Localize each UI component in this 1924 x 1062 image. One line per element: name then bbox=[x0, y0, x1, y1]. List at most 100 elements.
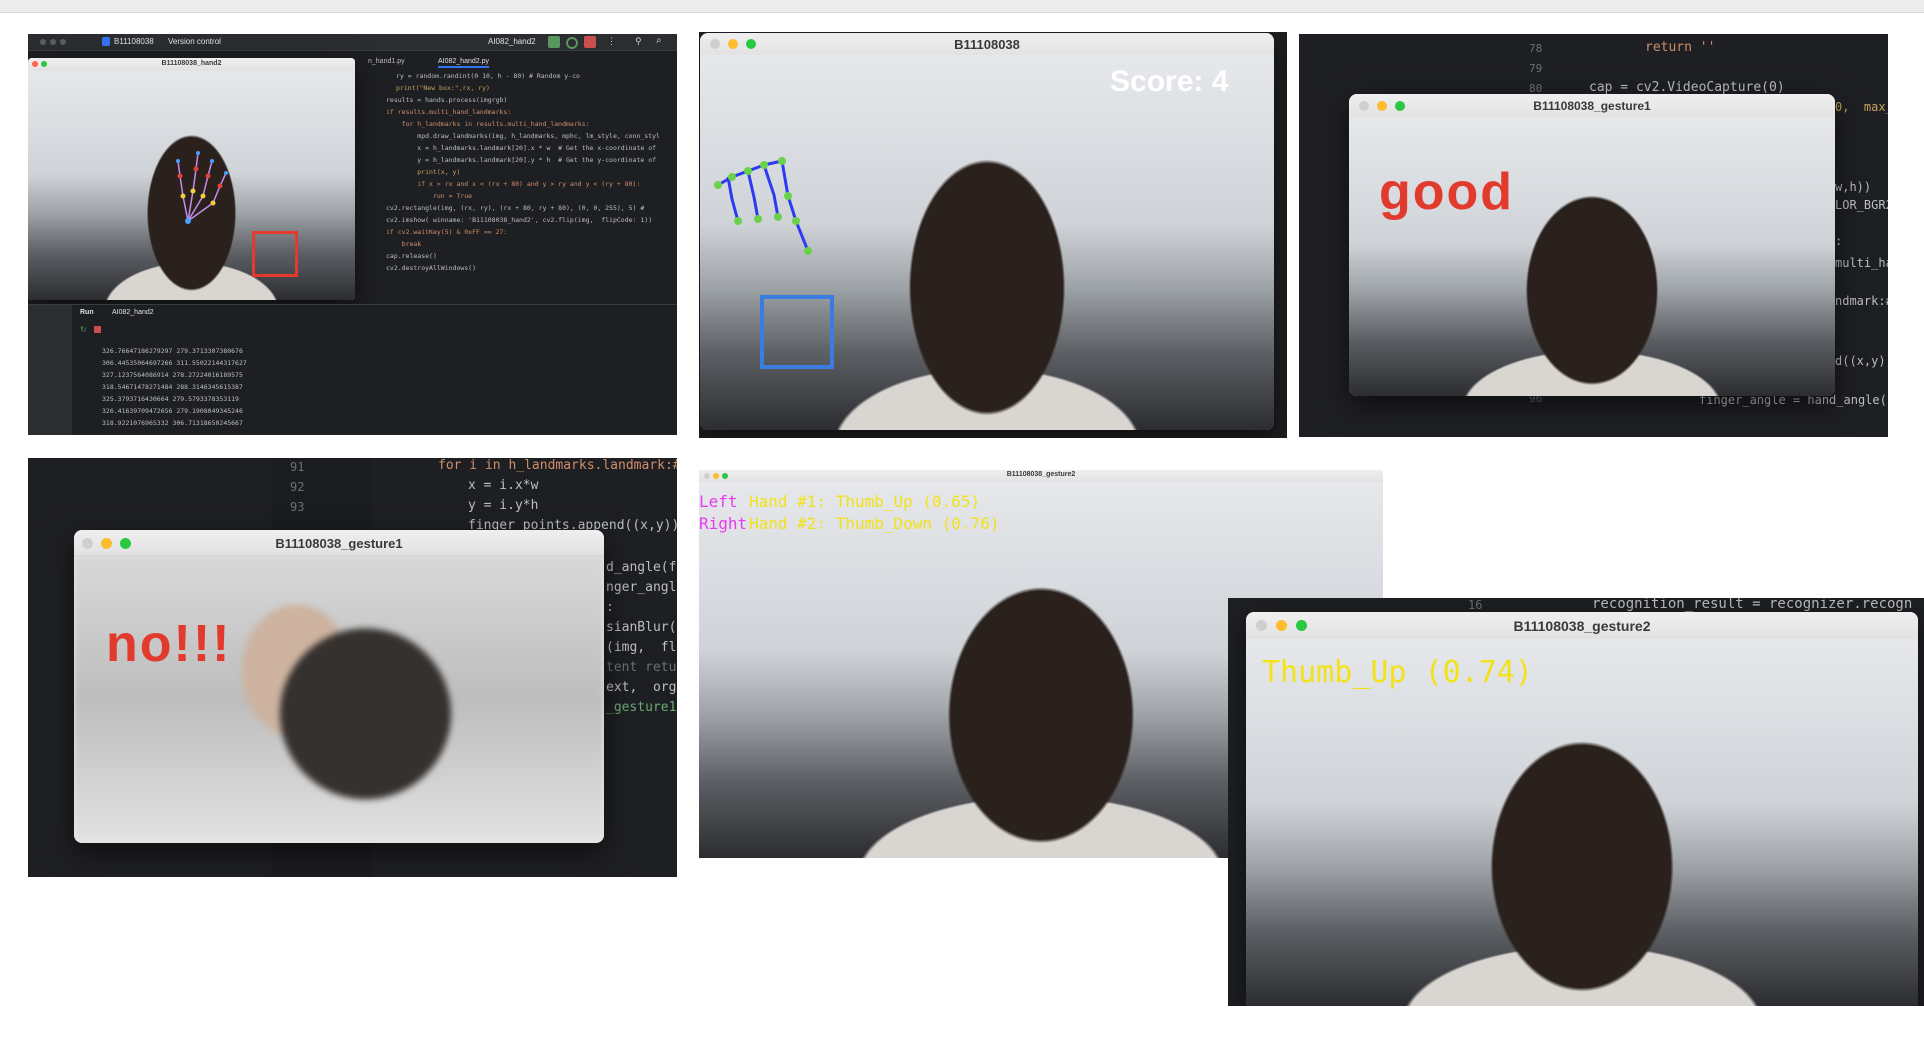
gesture-result-text: no!!! bbox=[106, 615, 232, 673]
gesture1-window-title: B11108038_gesture1 bbox=[1533, 99, 1651, 113]
hand2-titlebar[interactable]: B11108038_hand2 bbox=[28, 58, 355, 72]
code-fragment: 0, max_ bbox=[1835, 100, 1888, 114]
gesture1-good-window[interactable]: B11108038_gesture1 good bbox=[1349, 94, 1835, 396]
code-fragment: : bbox=[1835, 234, 1843, 248]
code-line: break bbox=[386, 240, 422, 248]
code-line: x = i.x*w bbox=[468, 478, 539, 493]
code-line: print(x, y) bbox=[386, 168, 461, 176]
code-line: cv2.imshow( winname: 'B11108038_hand2', … bbox=[386, 216, 653, 224]
code-line: if x > rx and x < (rx + 80) and y > ry a… bbox=[386, 180, 641, 188]
code-fragment: _gesture1' bbox=[606, 700, 677, 715]
code-fragment: w,h)) bbox=[1835, 180, 1872, 194]
gesture1-camera-feed: good bbox=[1349, 118, 1835, 396]
gesture-result-text: good bbox=[1379, 163, 1515, 221]
rerun-icon[interactable]: ↻ bbox=[80, 325, 87, 334]
run-tool-window: Run AI082_hand2 ↻ 326.76647186279297 279… bbox=[28, 304, 677, 435]
code-line: y = i.y*h bbox=[468, 498, 539, 513]
search-icon[interactable]: ⌕ bbox=[656, 35, 662, 46]
code-fragment: d((x,y)) bbox=[1835, 354, 1888, 368]
gesture1-titlebar[interactable]: B11108038_gesture1 bbox=[74, 530, 604, 557]
line-number: 16 bbox=[1468, 598, 1483, 612]
gesture2-window-title: B11108038_gesture2 bbox=[1006, 471, 1076, 478]
code-line: mpd.draw_landmarks(img, h_landmarks, mph… bbox=[386, 132, 660, 140]
run-label[interactable]: Run bbox=[80, 309, 94, 316]
project-name[interactable]: B11108038 bbox=[114, 37, 154, 46]
code-fragment: d_angle(f bbox=[606, 560, 677, 575]
stop-icon[interactable] bbox=[584, 36, 596, 48]
tool-strip bbox=[28, 305, 72, 435]
code-line: results = hands.process(imgrgb) bbox=[386, 96, 508, 104]
ide-toolbar: B11108038 Version control AI082_hand2 ⋮ … bbox=[28, 34, 677, 51]
hand1-side-label: Left bbox=[699, 492, 738, 511]
code-fragment: multi_ha bbox=[1835, 256, 1888, 270]
output-line: 306.44535064697266 311.55022144317627 bbox=[102, 359, 247, 367]
page-top-strip bbox=[0, 0, 1924, 13]
line-number: 91 bbox=[290, 460, 305, 474]
score-titlebar[interactable]: B11108038 bbox=[700, 33, 1274, 56]
code-line: for i in h_landmarks.landmark:# bbox=[438, 458, 677, 473]
stop-run-icon[interactable] bbox=[94, 326, 101, 333]
panel-ide-hand2: B11108038 Version control AI082_hand2 ⋮ … bbox=[28, 34, 677, 435]
output-line: 326.76647186279297 279.3713307380676 bbox=[102, 347, 243, 355]
run-icon[interactable] bbox=[548, 36, 560, 48]
hand-landmarks-overlay bbox=[176, 151, 228, 224]
gesture1-window-title: B11108038_gesture1 bbox=[275, 536, 403, 551]
target-box-blue bbox=[760, 295, 834, 369]
run-config-name[interactable]: AI082_hand2 bbox=[488, 37, 536, 46]
code-line: run = True bbox=[386, 192, 473, 200]
hand-skeleton-overlay bbox=[714, 157, 812, 255]
gesture1-no-window[interactable]: B11108038_gesture1 no!!! bbox=[74, 530, 604, 843]
code-editor[interactable]: ry = random.randint(0 10, h - 80) # Rand… bbox=[358, 72, 673, 312]
code-line: if results.multi_hand_landmarks: bbox=[386, 108, 512, 116]
hand2-result-text: Hand #2: Thumb_Down (0.76) bbox=[749, 514, 1000, 533]
score-window[interactable]: B11108038 Score: 4 bbox=[700, 33, 1274, 430]
hand2-window-title: B11108038_hand2 bbox=[161, 60, 222, 67]
more-icon[interactable]: ⋮ bbox=[607, 36, 616, 47]
code-fragment: tent retu bbox=[606, 660, 677, 675]
editor-tab-hand2[interactable]: AI082_hand2.py bbox=[438, 58, 489, 68]
code-fragment: : bbox=[606, 600, 614, 615]
output-line: 327.1237564086914 278.27224016189575 bbox=[102, 371, 243, 379]
window-max-dot[interactable] bbox=[60, 39, 66, 45]
code-line: cv2.rectangle(img, (rx, ry), (rx + 80, r… bbox=[386, 204, 645, 212]
code-line: for h_landmarks in results.multi_hand_la… bbox=[386, 120, 590, 128]
output-line: 318.54671478271484 288.3146345615387 bbox=[102, 383, 243, 391]
user-icon[interactable]: ⚲ bbox=[635, 36, 642, 47]
line-number: 78 bbox=[1529, 42, 1543, 55]
code-fragment: ndmark:# bbox=[1835, 294, 1888, 308]
editor-tab-hand1[interactable]: n_hand1.py bbox=[368, 58, 405, 65]
score-window-title: B11108038 bbox=[954, 37, 1020, 52]
code-line: print("New box:",rx, ry) bbox=[396, 84, 490, 92]
code-line: cap.release() bbox=[386, 252, 437, 260]
gesture1-titlebar[interactable]: B11108038_gesture1 bbox=[1349, 94, 1835, 119]
gesture2-titlebar[interactable]: B11108038_gesture2 bbox=[1246, 612, 1918, 640]
code-line: recognition_result = recognizer.recogn bbox=[1592, 598, 1913, 612]
code-line: return '' bbox=[1645, 40, 1716, 55]
code-fragment: LOR_BGR2 bbox=[1835, 198, 1888, 212]
version-control-menu[interactable]: Version control bbox=[168, 37, 221, 46]
panel-gesture-no: 91 92 93 for i in h_landmarks.landmark:#… bbox=[28, 458, 677, 877]
score-camera-feed: Score: 4 bbox=[700, 55, 1274, 430]
hand1-result-text: Hand #1: Thumb_Up (0.65) bbox=[749, 492, 981, 511]
hand2-camera-feed bbox=[28, 71, 355, 300]
window-close-dot[interactable] bbox=[40, 39, 46, 45]
window-min-dot[interactable] bbox=[50, 39, 56, 45]
code-line: cap = cv2.VideoCapture(0) bbox=[1589, 80, 1785, 95]
hand2-side-label: Right bbox=[699, 514, 748, 533]
line-number: 93 bbox=[290, 500, 305, 514]
code-fragment: nger_angl bbox=[606, 580, 677, 595]
debug-icon[interactable] bbox=[566, 37, 578, 49]
hand2-window[interactable]: B11108038_hand2 bbox=[28, 58, 355, 300]
editor-tabs: n_hand1.py AI082_hand2.py bbox=[358, 56, 677, 70]
project-badge-icon bbox=[102, 37, 110, 46]
code-fragment: ext, org: bbox=[606, 680, 677, 695]
gesture2-window-b[interactable]: B11108038_gesture2 Thumb_Up (0.74) bbox=[1246, 612, 1918, 1006]
gesture1-blurred-feed bbox=[74, 556, 604, 843]
code-line: ry = random.randint(0 10, h - 80) # Rand… bbox=[396, 72, 580, 80]
line-number: 79 bbox=[1529, 62, 1543, 75]
code-fragment: sianBlur( bbox=[606, 620, 677, 635]
code-line: x = h_landmarks.landmark[20].x * w # Get… bbox=[386, 144, 657, 152]
gesture2-camera-feed: Thumb_Up (0.74) bbox=[1246, 639, 1918, 1006]
gesture2-window-title: B11108038_gesture2 bbox=[1513, 618, 1651, 634]
run-tab[interactable]: AI082_hand2 bbox=[112, 309, 154, 316]
